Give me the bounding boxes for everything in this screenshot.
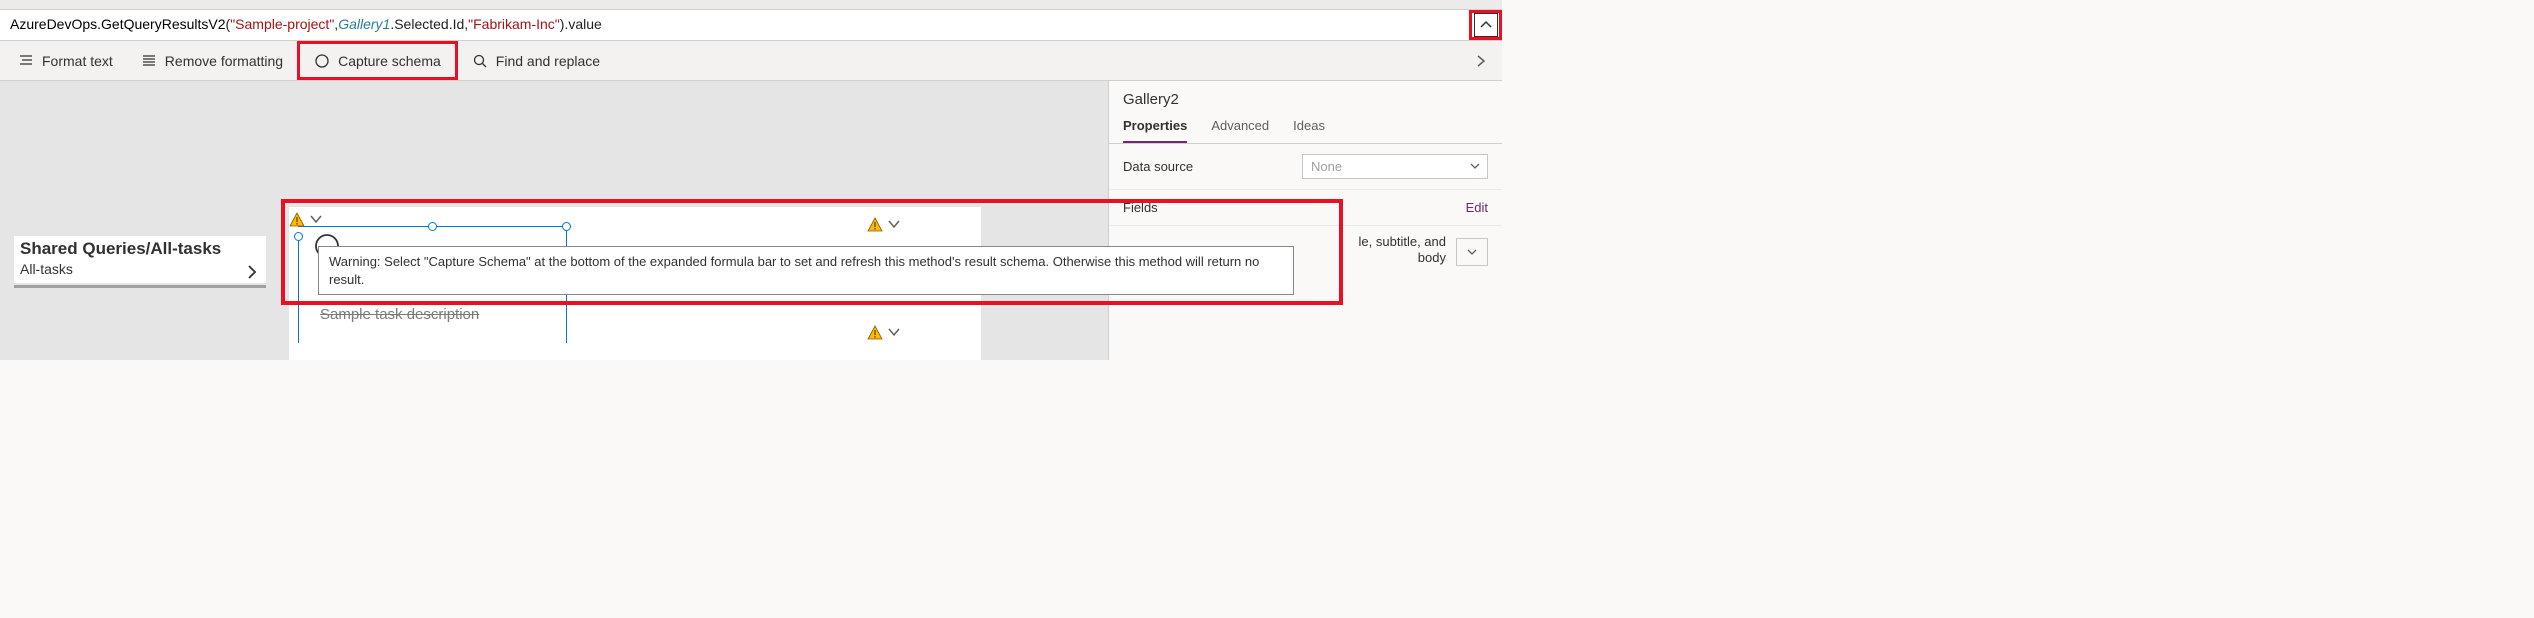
formula-fn: AzureDevOps.GetQueryResultsV2 <box>10 16 226 32</box>
format-text-label: Format text <box>42 53 113 69</box>
remove-formatting-label: Remove formatting <box>165 53 283 69</box>
capture-schema-button[interactable]: Capture schema <box>297 41 458 80</box>
tab-properties[interactable]: Properties <box>1123 118 1187 143</box>
pane-control-name: Gallery2 <box>1109 81 1502 112</box>
find-replace-label: Find and replace <box>496 53 600 69</box>
formula-arg3: "Fabrikam-Inc" <box>468 16 560 32</box>
fields-label: Fields <box>1123 200 1158 215</box>
warning-icon <box>867 217 883 233</box>
expand-formula-highlight <box>1469 10 1502 40</box>
format-text-icon <box>18 53 34 69</box>
warning-icon <box>289 212 305 228</box>
datasource-value: None <box>1311 159 1342 174</box>
chevron-down-icon[interactable] <box>309 212 323 226</box>
prop-row-fields: Fields Edit <box>1109 190 1502 226</box>
layout-dropdown[interactable] <box>1456 238 1488 266</box>
sample-text-strikethrough: Sample task description <box>320 306 479 323</box>
properties-pane: Gallery2 Properties Advanced Ideas Data … <box>1108 81 1502 360</box>
chevron-down-icon <box>1466 246 1478 258</box>
action-bar-more-button[interactable] <box>1464 54 1498 68</box>
fields-edit-link[interactable]: Edit <box>1466 200 1488 215</box>
warning-icon <box>867 325 883 341</box>
selection-handle[interactable] <box>562 222 571 231</box>
selection-edge <box>298 233 299 343</box>
datasource-dropdown[interactable]: None <box>1302 154 1488 179</box>
formula-arg2-rest: .Selected.Id, <box>390 16 468 32</box>
chevron-down-icon[interactable] <box>887 325 901 339</box>
tree-item-title: Shared Queries/All-tasks <box>14 236 266 259</box>
window-top-strip <box>0 0 1502 10</box>
chevron-up-icon <box>1479 18 1493 32</box>
formula-bar[interactable]: AzureDevOps.GetQueryResultsV2("Sample-pr… <box>0 10 1469 40</box>
tree-item-card[interactable]: Shared Queries/All-tasks All-tasks <box>14 236 266 283</box>
capture-schema-icon <box>314 53 330 69</box>
tab-advanced[interactable]: Advanced <box>1211 118 1269 143</box>
capture-schema-label: Capture schema <box>338 53 441 69</box>
prop-row-datasource: Data source None <box>1109 144 1502 190</box>
pane-tabs: Properties Advanced Ideas <box>1109 112 1502 144</box>
warning-tooltip: Warning: Select "Capture Schema" at the … <box>318 246 1294 295</box>
find-replace-button[interactable]: Find and replace <box>458 41 614 80</box>
datasource-label: Data source <box>1123 159 1193 174</box>
canvas[interactable]: Shared Queries/All-tasks All-tasks <box>0 81 1108 360</box>
tab-ideas[interactable]: Ideas <box>1293 118 1325 143</box>
formula-action-bar: Format text Remove formatting Capture sc… <box>0 41 1502 81</box>
warning-tooltip-text: Warning: Select "Capture Schema" at the … <box>329 254 1259 287</box>
tree-item-subtitle: All-tasks <box>14 259 266 283</box>
layout-value-line2: body <box>1359 250 1446 266</box>
chevron-down-icon <box>1469 160 1481 172</box>
expand-formula-button[interactable] <box>1474 13 1498 37</box>
main-area: Shared Queries/All-tasks All-tasks <box>0 81 1502 360</box>
formula-arg2-obj: Gallery1 <box>338 16 390 32</box>
formula-tail: ).value <box>560 16 602 32</box>
chevron-right-icon <box>1474 54 1488 68</box>
selection-handle[interactable] <box>294 232 303 241</box>
chevron-right-icon <box>244 264 260 280</box>
formula-arg1: "Sample-project" <box>230 16 334 32</box>
remove-formatting-button[interactable]: Remove formatting <box>127 41 297 80</box>
format-text-button[interactable]: Format text <box>4 41 127 80</box>
tree-item-chevron[interactable] <box>244 264 260 280</box>
tree-item-underline <box>14 285 266 288</box>
layout-value-line1: le, subtitle, and <box>1359 234 1446 250</box>
search-icon <box>472 53 488 69</box>
selection-handle[interactable] <box>428 222 437 231</box>
remove-formatting-icon <box>141 53 157 69</box>
formula-bar-row: AzureDevOps.GetQueryResultsV2("Sample-pr… <box>0 10 1502 41</box>
chevron-down-icon[interactable] <box>887 217 901 231</box>
